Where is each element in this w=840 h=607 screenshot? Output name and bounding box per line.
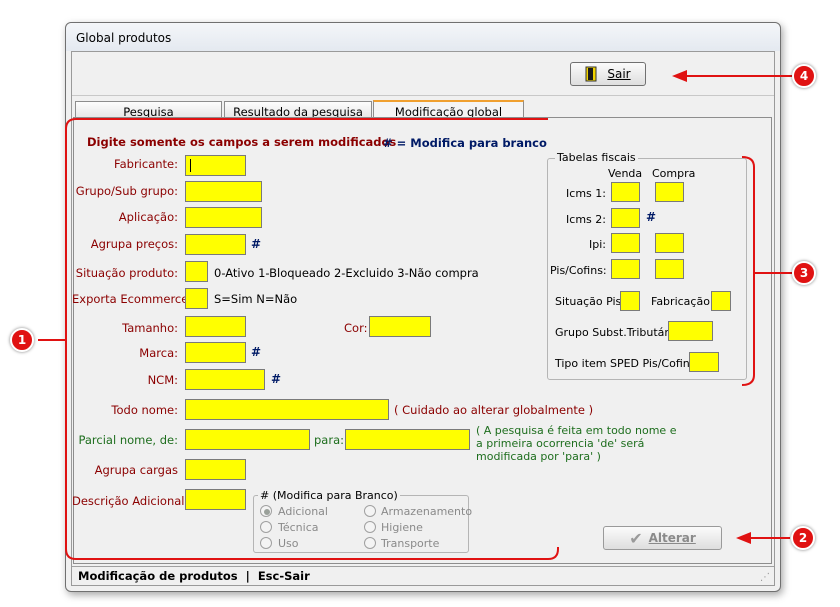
callout-2: 2 xyxy=(791,526,815,550)
arrow-2-head xyxy=(736,532,751,544)
region-3-bracket xyxy=(741,156,755,386)
region-1-bracket xyxy=(65,118,559,560)
callout-1: 1 xyxy=(10,328,34,352)
arrow-4-head xyxy=(672,70,687,82)
callout-3: 3 xyxy=(792,261,816,285)
annotation-overlay xyxy=(38,70,793,560)
callout-4: 4 xyxy=(792,64,816,88)
